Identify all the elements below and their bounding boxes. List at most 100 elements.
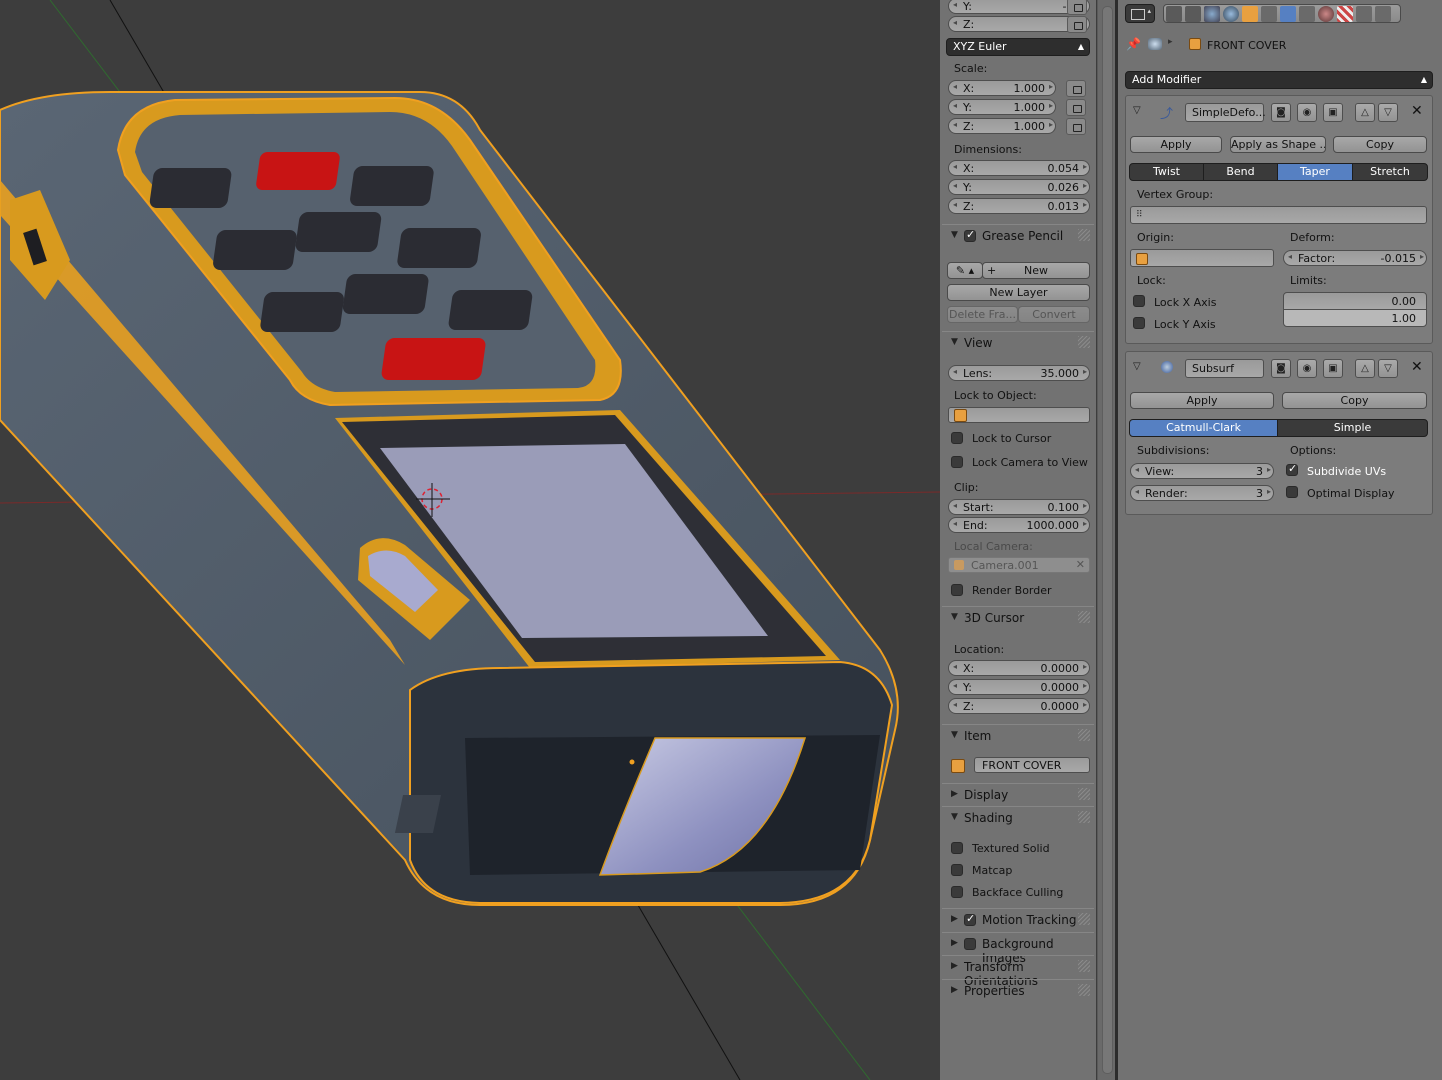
background-images-toggle[interactable] bbox=[964, 938, 976, 950]
scale-x-field[interactable]: ◂ X: 1.000 ▸ bbox=[948, 80, 1056, 96]
copy-subsurf-button[interactable]: Copy bbox=[1282, 392, 1427, 409]
lock-scale-x-icon[interactable] bbox=[1066, 80, 1086, 97]
cursor-x-field[interactable]: ◂ X: 0.0000 ▸ bbox=[948, 660, 1090, 676]
panel-grip-icon[interactable] bbox=[1078, 811, 1090, 823]
transform-orientations-panel-header[interactable]: ▶ Transform Orientations bbox=[942, 955, 1094, 988]
lock-scale-y-icon[interactable] bbox=[1066, 99, 1086, 116]
particles-icon[interactable] bbox=[1356, 6, 1372, 22]
dimension-x-field[interactable]: ◂ X: 0.054 ▸ bbox=[948, 160, 1090, 176]
pin-icon[interactable]: 📌 bbox=[1126, 37, 1141, 51]
lock-camera-checkbox[interactable] bbox=[951, 456, 963, 468]
panel-grip-icon[interactable] bbox=[1078, 229, 1090, 241]
delete-frame-button[interactable]: Delete Fra... bbox=[947, 306, 1018, 323]
deform-mode-bend[interactable]: Bend bbox=[1203, 163, 1278, 181]
subsurf-type-catmull-clark[interactable]: Catmull-Clark bbox=[1129, 419, 1278, 437]
panel-grip-icon[interactable] bbox=[1078, 984, 1090, 996]
deform-mode-stretch[interactable]: Stretch bbox=[1352, 163, 1428, 181]
constraints-icon[interactable] bbox=[1261, 6, 1277, 22]
subdiv-view-field[interactable]: ◂ View: 3 ▸ bbox=[1130, 463, 1274, 479]
textured-solid-checkbox[interactable] bbox=[951, 842, 963, 854]
motion-tracking-toggle[interactable] bbox=[964, 912, 976, 926]
data-icon[interactable] bbox=[1299, 6, 1315, 22]
lock-rot-y-icon[interactable] bbox=[1067, 0, 1087, 15]
move-up-icon[interactable]: △ bbox=[1355, 359, 1375, 378]
scale-y-field[interactable]: ◂ Y: 1.000 ▸ bbox=[948, 99, 1056, 115]
scene-icon[interactable] bbox=[1204, 6, 1220, 22]
view-panel-header[interactable]: ▼ View bbox=[942, 331, 1094, 354]
apply-subsurf-button[interactable]: Apply bbox=[1130, 392, 1274, 409]
remove-modifier-x-icon[interactable]: ✕ bbox=[1411, 103, 1423, 119]
editor-type-menu[interactable]: ▴ bbox=[1125, 4, 1155, 23]
panel-grip-icon[interactable] bbox=[1078, 960, 1090, 972]
remove-modifier-x-icon[interactable]: ✕ bbox=[1411, 359, 1423, 375]
panel-grip-icon[interactable] bbox=[1078, 913, 1090, 925]
cursor-y-field[interactable]: ◂ Y: 0.0000 ▸ bbox=[948, 679, 1090, 695]
lock-rot-z-icon[interactable] bbox=[1067, 16, 1087, 33]
render-layers-icon[interactable] bbox=[1185, 6, 1201, 22]
collapse-modifier-icon[interactable]: ▽ bbox=[1133, 361, 1141, 372]
render-toggle-camera-icon[interactable]: ◙ bbox=[1271, 359, 1291, 378]
panel-grip-icon[interactable] bbox=[1078, 611, 1090, 623]
background-images-panel-header[interactable]: ▶ Background Images bbox=[942, 932, 1094, 965]
vertex-group-field[interactable]: ⠿ bbox=[1130, 206, 1427, 224]
lock-to-object-field[interactable] bbox=[948, 407, 1090, 423]
physics-icon[interactable] bbox=[1375, 6, 1391, 22]
dimension-z-field[interactable]: ◂ Z: 0.013 ▸ bbox=[948, 198, 1090, 214]
deform-mode-twist[interactable]: Twist bbox=[1129, 163, 1204, 181]
limit-max-slider[interactable]: 1.00 bbox=[1283, 309, 1427, 327]
render-icon[interactable] bbox=[1166, 6, 1182, 22]
item-name-field[interactable]: FRONT COVER bbox=[974, 757, 1090, 773]
lock-x-axis-checkbox[interactable] bbox=[1133, 295, 1145, 307]
grease-pencil-panel-header[interactable]: ▼ Grease Pencil bbox=[942, 224, 1094, 247]
panel-grip-icon[interactable] bbox=[1078, 336, 1090, 348]
scale-z-field[interactable]: ◂ Z: 1.000 ▸ bbox=[948, 118, 1056, 134]
new-layer-button[interactable]: New Layer bbox=[947, 284, 1090, 301]
clear-x-icon[interactable]: ✕ bbox=[1076, 558, 1085, 571]
subsurf-name-field[interactable]: Subsurf bbox=[1185, 359, 1264, 378]
lock-scale-z-icon[interactable] bbox=[1066, 118, 1086, 135]
backface-culling-checkbox[interactable] bbox=[951, 886, 963, 898]
modifier-name-field[interactable]: SimpleDefo... bbox=[1185, 103, 1266, 122]
apply-as-shape-button[interactable]: Apply as Shape ... bbox=[1230, 136, 1326, 153]
lock-to-cursor-checkbox[interactable] bbox=[951, 432, 963, 444]
scrollbar-thumb[interactable] bbox=[1102, 6, 1113, 1074]
clip-end-field[interactable]: ◂ End: 1000.000 ▸ bbox=[948, 517, 1090, 533]
move-up-icon[interactable]: △ bbox=[1355, 103, 1375, 122]
copy-simple-deform-button[interactable]: Copy bbox=[1333, 136, 1427, 153]
panel-grip-icon[interactable] bbox=[1078, 788, 1090, 800]
display-panel-header[interactable]: ▶ Display bbox=[942, 783, 1094, 806]
dimension-y-field[interactable]: ◂ Y: 0.026 ▸ bbox=[948, 179, 1090, 195]
viewport-toggle-eye-icon[interactable]: ◉ bbox=[1297, 359, 1317, 378]
deform-mode-taper[interactable]: Taper bbox=[1277, 163, 1353, 181]
motion-tracking-panel-header[interactable]: ▶ Motion Tracking bbox=[942, 908, 1094, 931]
material-icon[interactable] bbox=[1318, 6, 1334, 22]
modifiers-wrench-icon[interactable] bbox=[1280, 6, 1296, 22]
convert-button[interactable]: Convert bbox=[1018, 306, 1090, 323]
apply-simple-deform-button[interactable]: Apply bbox=[1130, 136, 1222, 153]
3d-viewport[interactable] bbox=[0, 0, 940, 1080]
texture-icon[interactable] bbox=[1337, 6, 1353, 22]
render-border-checkbox[interactable] bbox=[951, 584, 963, 596]
lock-y-axis-checkbox[interactable] bbox=[1133, 317, 1145, 329]
move-down-icon[interactable]: ▽ bbox=[1378, 103, 1398, 122]
object-icon[interactable] bbox=[1242, 6, 1258, 22]
viewport-toggle-eye-icon[interactable]: ◉ bbox=[1297, 103, 1317, 122]
move-down-icon[interactable]: ▽ bbox=[1378, 359, 1398, 378]
properties-panel-header[interactable]: ▶ Properties bbox=[942, 979, 1094, 1002]
subdiv-render-field[interactable]: ◂ Render: 3 ▸ bbox=[1130, 485, 1274, 501]
local-camera-field[interactable]: Camera.001 ✕ bbox=[948, 557, 1090, 573]
item-panel-header[interactable]: ▼ Item bbox=[942, 724, 1094, 747]
cursor3d-panel-header[interactable]: ▼ 3D Cursor bbox=[942, 606, 1094, 629]
factor-field[interactable]: ◂ Factor: -0.015 ▸ bbox=[1283, 250, 1427, 266]
grease-pencil-new-button[interactable]: + New bbox=[982, 262, 1090, 279]
collapse-modifier-icon[interactable]: ▽ bbox=[1133, 105, 1141, 116]
n-panel-scrollbar[interactable] bbox=[1097, 0, 1116, 1080]
editmode-toggle-icon[interactable]: ▣ bbox=[1323, 103, 1343, 122]
shading-panel-header[interactable]: ▼ Shading bbox=[942, 806, 1094, 829]
lens-field[interactable]: ◂ Lens: 35.000 ▸ bbox=[948, 365, 1090, 381]
clip-start-field[interactable]: ◂ Start: 0.100 ▸ bbox=[948, 499, 1090, 515]
editmode-toggle-icon[interactable]: ▣ bbox=[1323, 359, 1343, 378]
grease-pencil-browse[interactable]: ✎ ▴ bbox=[947, 262, 983, 279]
grease-pencil-toggle[interactable] bbox=[964, 228, 976, 242]
render-toggle-camera-icon[interactable]: ◙ bbox=[1271, 103, 1291, 122]
